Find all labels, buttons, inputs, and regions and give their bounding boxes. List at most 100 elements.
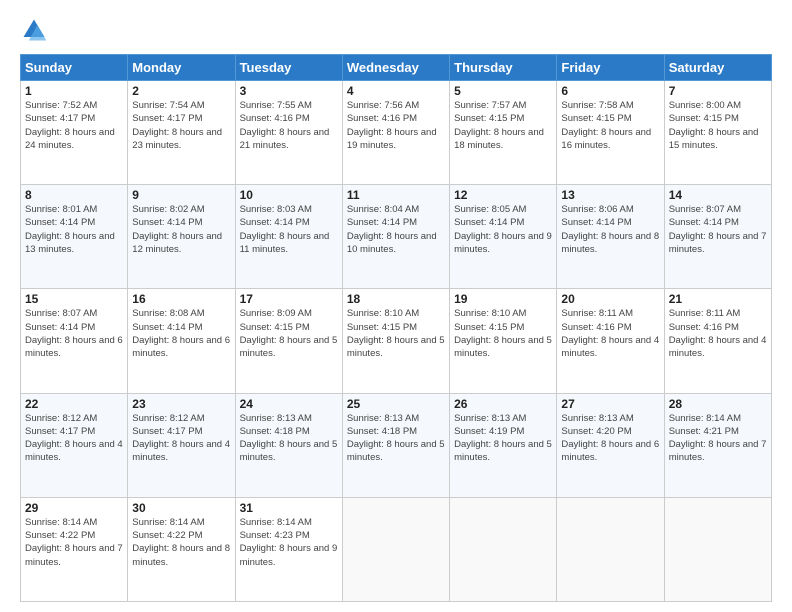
calendar-cell bbox=[664, 497, 771, 601]
header bbox=[20, 16, 772, 44]
calendar-week-4: 22 Sunrise: 8:12 AMSunset: 4:17 PMDayligh… bbox=[21, 393, 772, 497]
calendar-cell: 29 Sunrise: 8:14 AMSunset: 4:22 PMDayligh… bbox=[21, 497, 128, 601]
day-number: 4 bbox=[347, 84, 445, 98]
calendar-cell: 5 Sunrise: 7:57 AMSunset: 4:15 PMDaylight… bbox=[450, 81, 557, 185]
day-info: Sunrise: 7:52 AMSunset: 4:17 PMDaylight:… bbox=[25, 100, 115, 151]
day-info: Sunrise: 8:03 AMSunset: 4:14 PMDaylight:… bbox=[240, 204, 330, 255]
day-info: Sunrise: 7:58 AMSunset: 4:15 PMDaylight:… bbox=[561, 100, 651, 151]
day-info: Sunrise: 8:14 AMSunset: 4:23 PMDaylight:… bbox=[240, 517, 338, 568]
calendar: Sunday Monday Tuesday Wednesday Thursday… bbox=[20, 54, 772, 602]
calendar-cell: 13Sunrise: 8:06 AMSunset: 4:14 PMDayligh… bbox=[557, 185, 664, 289]
day-info: Sunrise: 8:09 AMSunset: 4:15 PMDaylight:… bbox=[240, 308, 338, 359]
day-number: 3 bbox=[240, 84, 338, 98]
day-info: Sunrise: 7:57 AMSunset: 4:15 PMDaylight:… bbox=[454, 100, 544, 151]
day-info: Sunrise: 8:14 AMSunset: 4:21 PMDaylight:… bbox=[669, 413, 767, 464]
calendar-week-3: 15Sunrise: 8:07 AMSunset: 4:14 PMDayligh… bbox=[21, 289, 772, 393]
calendar-cell: 26Sunrise: 8:13 AMSunset: 4:19 PMDayligh… bbox=[450, 393, 557, 497]
col-tuesday: Tuesday bbox=[235, 55, 342, 81]
calendar-cell: 1 Sunrise: 7:52 AMSunset: 4:17 PMDaylight… bbox=[21, 81, 128, 185]
calendar-cell: 7 Sunrise: 8:00 AMSunset: 4:15 PMDaylight… bbox=[664, 81, 771, 185]
calendar-cell: 14Sunrise: 8:07 AMSunset: 4:14 PMDayligh… bbox=[664, 185, 771, 289]
day-number: 10 bbox=[240, 188, 338, 202]
day-number: 17 bbox=[240, 292, 338, 306]
calendar-cell: 10 Sunrise: 8:03 AMSunset: 4:14 PMDayligh… bbox=[235, 185, 342, 289]
day-number: 25 bbox=[347, 397, 445, 411]
calendar-cell: 18 Sunrise: 8:10 AMSunset: 4:15 PMDayligh… bbox=[342, 289, 449, 393]
day-number: 27 bbox=[561, 397, 659, 411]
day-info: Sunrise: 8:07 AMSunset: 4:14 PMDaylight:… bbox=[669, 204, 767, 255]
calendar-cell: 9Sunrise: 8:02 AMSunset: 4:14 PMDaylight… bbox=[128, 185, 235, 289]
calendar-cell: 31 Sunrise: 8:14 AMSunset: 4:23 PMDayligh… bbox=[235, 497, 342, 601]
calendar-cell: 2 Sunrise: 7:54 AMSunset: 4:17 PMDaylight… bbox=[128, 81, 235, 185]
day-number: 30 bbox=[132, 501, 230, 515]
col-saturday: Saturday bbox=[664, 55, 771, 81]
day-number: 1 bbox=[25, 84, 123, 98]
day-info: Sunrise: 8:13 AMSunset: 4:18 PMDaylight:… bbox=[240, 413, 338, 464]
day-number: 29 bbox=[25, 501, 123, 515]
calendar-cell: 8Sunrise: 8:01 AMSunset: 4:14 PMDaylight… bbox=[21, 185, 128, 289]
col-thursday: Thursday bbox=[450, 55, 557, 81]
day-info: Sunrise: 8:07 AMSunset: 4:14 PMDaylight:… bbox=[25, 308, 123, 359]
day-number: 28 bbox=[669, 397, 767, 411]
calendar-week-5: 29 Sunrise: 8:14 AMSunset: 4:22 PMDayligh… bbox=[21, 497, 772, 601]
day-info: Sunrise: 7:56 AMSunset: 4:16 PMDaylight:… bbox=[347, 100, 437, 151]
day-number: 20 bbox=[561, 292, 659, 306]
calendar-cell: 20 Sunrise: 8:11 AMSunset: 4:16 PMDayligh… bbox=[557, 289, 664, 393]
calendar-cell: 12Sunrise: 8:05 AMSunset: 4:14 PMDayligh… bbox=[450, 185, 557, 289]
day-info: Sunrise: 8:12 AMSunset: 4:17 PMDaylight:… bbox=[132, 413, 230, 464]
day-number: 26 bbox=[454, 397, 552, 411]
day-number: 8 bbox=[25, 188, 123, 202]
calendar-week-1: 1 Sunrise: 7:52 AMSunset: 4:17 PMDaylight… bbox=[21, 81, 772, 185]
calendar-cell: 21Sunrise: 8:11 AMSunset: 4:16 PMDayligh… bbox=[664, 289, 771, 393]
calendar-cell: 24Sunrise: 8:13 AMSunset: 4:18 PMDayligh… bbox=[235, 393, 342, 497]
calendar-cell: 22 Sunrise: 8:12 AMSunset: 4:17 PMDayligh… bbox=[21, 393, 128, 497]
calendar-body: 1 Sunrise: 7:52 AMSunset: 4:17 PMDaylight… bbox=[21, 81, 772, 602]
day-header-row: Sunday Monday Tuesday Wednesday Thursday… bbox=[21, 55, 772, 81]
day-info: Sunrise: 7:55 AMSunset: 4:16 PMDaylight:… bbox=[240, 100, 330, 151]
calendar-cell: 15Sunrise: 8:07 AMSunset: 4:14 PMDayligh… bbox=[21, 289, 128, 393]
calendar-cell: 23Sunrise: 8:12 AMSunset: 4:17 PMDayligh… bbox=[128, 393, 235, 497]
day-info: Sunrise: 8:12 AMSunset: 4:17 PMDaylight:… bbox=[25, 413, 123, 464]
calendar-cell: 27 Sunrise: 8:13 AMSunset: 4:20 PMDayligh… bbox=[557, 393, 664, 497]
col-monday: Monday bbox=[128, 55, 235, 81]
day-number: 7 bbox=[669, 84, 767, 98]
day-number: 22 bbox=[25, 397, 123, 411]
calendar-cell: 19 Sunrise: 8:10 AMSunset: 4:15 PMDayligh… bbox=[450, 289, 557, 393]
day-info: Sunrise: 8:14 AMSunset: 4:22 PMDaylight:… bbox=[25, 517, 123, 568]
col-friday: Friday bbox=[557, 55, 664, 81]
page: Sunday Monday Tuesday Wednesday Thursday… bbox=[0, 0, 792, 612]
calendar-cell: 4 Sunrise: 7:56 AMSunset: 4:16 PMDaylight… bbox=[342, 81, 449, 185]
day-number: 13 bbox=[561, 188, 659, 202]
calendar-cell: 6 Sunrise: 7:58 AMSunset: 4:15 PMDaylight… bbox=[557, 81, 664, 185]
day-info: Sunrise: 8:13 AMSunset: 4:18 PMDaylight:… bbox=[347, 413, 445, 464]
col-wednesday: Wednesday bbox=[342, 55, 449, 81]
calendar-cell: 28 Sunrise: 8:14 AMSunset: 4:21 PMDayligh… bbox=[664, 393, 771, 497]
calendar-header: Sunday Monday Tuesday Wednesday Thursday… bbox=[21, 55, 772, 81]
day-info: Sunrise: 8:10 AMSunset: 4:15 PMDaylight:… bbox=[454, 308, 552, 359]
calendar-cell: 25 Sunrise: 8:13 AMSunset: 4:18 PMDayligh… bbox=[342, 393, 449, 497]
day-info: Sunrise: 8:11 AMSunset: 4:16 PMDaylight:… bbox=[561, 308, 659, 359]
day-number: 12 bbox=[454, 188, 552, 202]
calendar-cell: 11Sunrise: 8:04 AMSunset: 4:14 PMDayligh… bbox=[342, 185, 449, 289]
day-number: 5 bbox=[454, 84, 552, 98]
calendar-cell: 16 Sunrise: 8:08 AMSunset: 4:14 PMDayligh… bbox=[128, 289, 235, 393]
calendar-cell bbox=[450, 497, 557, 601]
day-number: 18 bbox=[347, 292, 445, 306]
day-number: 19 bbox=[454, 292, 552, 306]
day-info: Sunrise: 8:10 AMSunset: 4:15 PMDaylight:… bbox=[347, 308, 445, 359]
calendar-cell: 17 Sunrise: 8:09 AMSunset: 4:15 PMDayligh… bbox=[235, 289, 342, 393]
day-number: 16 bbox=[132, 292, 230, 306]
day-info: Sunrise: 8:00 AMSunset: 4:15 PMDaylight:… bbox=[669, 100, 759, 151]
calendar-cell: 3 Sunrise: 7:55 AMSunset: 4:16 PMDaylight… bbox=[235, 81, 342, 185]
day-number: 2 bbox=[132, 84, 230, 98]
day-info: Sunrise: 8:13 AMSunset: 4:20 PMDaylight:… bbox=[561, 413, 659, 464]
day-number: 6 bbox=[561, 84, 659, 98]
day-number: 31 bbox=[240, 501, 338, 515]
day-number: 21 bbox=[669, 292, 767, 306]
day-number: 9 bbox=[132, 188, 230, 202]
calendar-week-2: 8Sunrise: 8:01 AMSunset: 4:14 PMDaylight… bbox=[21, 185, 772, 289]
day-info: Sunrise: 8:04 AMSunset: 4:14 PMDaylight:… bbox=[347, 204, 437, 255]
calendar-cell bbox=[342, 497, 449, 601]
day-info: Sunrise: 7:54 AMSunset: 4:17 PMDaylight:… bbox=[132, 100, 222, 151]
day-info: Sunrise: 8:08 AMSunset: 4:14 PMDaylight:… bbox=[132, 308, 230, 359]
